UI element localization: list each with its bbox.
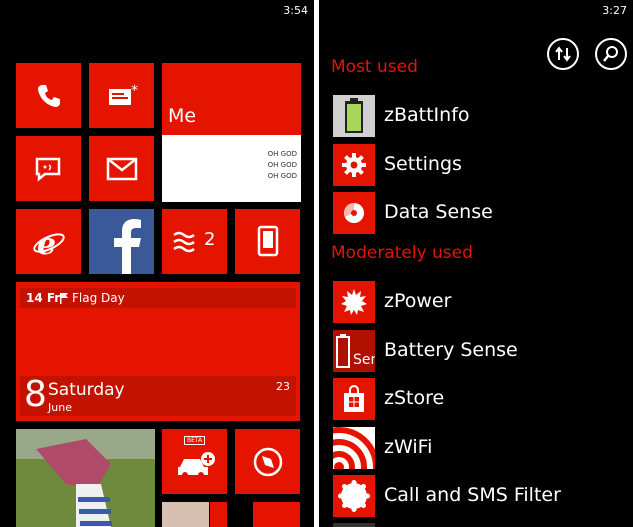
photos-tile[interactable] [16, 429, 155, 527]
bottom-tile[interactable] [253, 502, 300, 527]
svg-text:*: * [131, 83, 138, 99]
sort-button[interactable] [547, 38, 579, 70]
app-item-data-sense[interactable]: Data Sense [333, 192, 623, 234]
start-screen: 3:54 * Me OH GOD OH GOD OH GOD e 2 14 Fr… [0, 0, 314, 527]
filter-seal-icon [338, 480, 370, 512]
battery-icon [345, 98, 363, 133]
beta-badge: BETA [184, 436, 206, 445]
me-tile-label: Me [168, 105, 197, 127]
car-plus-icon [178, 452, 215, 478]
phone-tile[interactable] [16, 63, 81, 128]
flag-icon [60, 293, 68, 304]
upcoming-event: Flag Day [72, 291, 125, 305]
calendar-tile[interactable]: 14 Fr Flag Day 8 Saturday June 23 [16, 282, 300, 421]
app-item-zbattinfo[interactable]: zBattInfo [333, 95, 623, 137]
email-tile[interactable] [89, 136, 154, 201]
app-name: zBattInfo [384, 104, 470, 126]
people-photo-tile[interactable] [162, 502, 209, 527]
waves-icon [173, 231, 195, 253]
ie-icon: e [33, 227, 65, 259]
section-header-most-used: Most used [331, 57, 418, 77]
photo-image [16, 429, 155, 527]
app-name: Call and SMS Filter [384, 484, 561, 506]
app-list-screen: 3:27 Most used zBattInfo Settings Data S… [319, 0, 633, 527]
chat-bubble-icon [35, 157, 61, 182]
next-count: 23 [276, 380, 290, 393]
weekday: Saturday [48, 380, 125, 400]
app-name: zStore [384, 387, 445, 409]
messaging-tile[interactable] [16, 136, 81, 201]
maps-tile[interactable] [235, 429, 300, 494]
svg-text:e: e [37, 227, 56, 259]
section-header-moderately-used: Moderately used [331, 243, 473, 263]
app-name: Data Sense [384, 201, 493, 223]
app-item-settings[interactable]: Settings [333, 144, 623, 186]
internet-explorer-tile[interactable]: e [16, 209, 81, 274]
compass-icon [253, 447, 283, 477]
app-name: zWiFi [384, 436, 433, 458]
facebook-tile[interactable] [89, 209, 154, 274]
device-tile[interactable] [235, 209, 300, 274]
app-item-zstore[interactable]: zStore [333, 378, 623, 420]
sort-arrows-icon [555, 46, 571, 62]
next-app-peek [333, 523, 375, 527]
mail-star-icon: * [109, 83, 138, 105]
app-item-zpower[interactable]: zPower [333, 281, 623, 323]
month: June [48, 401, 72, 414]
phone-icon [38, 85, 60, 107]
sun-icon [341, 289, 367, 315]
notifications-tile[interactable]: 2 [162, 209, 227, 274]
battery-sense-icon [336, 334, 350, 368]
car-app-tile[interactable]: BETA [162, 429, 227, 494]
app-name: zPower [384, 290, 452, 312]
me-tile-photo: OH GOD OH GOD OH GOD [162, 135, 301, 202]
phone-device-icon [257, 225, 279, 257]
me-tile[interactable]: Me OH GOD OH GOD OH GOD [162, 63, 301, 202]
battery-sense-icon-text: Sen [353, 352, 375, 368]
app-name: Battery Sense [384, 339, 518, 361]
app-item-battery-sense[interactable]: Sen Battery Sense [333, 330, 623, 372]
app-item-call-sms-filter[interactable]: Call and SMS Filter [333, 475, 623, 517]
photo-text: OH GOD OH GOD OH GOD [267, 150, 297, 180]
mail-tile[interactable]: * [89, 63, 154, 128]
upcoming-date: 14 Fr [26, 291, 61, 305]
store-bag-icon [344, 385, 364, 412]
app-item-zwifi[interactable]: zWiFi [333, 427, 623, 469]
facebook-icon [114, 219, 141, 274]
notification-count: 2 [204, 229, 216, 250]
envelope-icon [106, 157, 138, 181]
app-name: Settings [384, 153, 462, 175]
search-icon [603, 46, 618, 62]
gear-icon [342, 153, 366, 177]
day-number: 8 [24, 374, 47, 415]
status-time: 3:27 [602, 4, 627, 17]
pie-chart-icon [344, 203, 364, 223]
wifi-icon [333, 427, 375, 469]
status-time: 3:54 [283, 4, 308, 17]
search-button[interactable] [595, 38, 627, 70]
small-tile[interactable] [210, 502, 227, 527]
